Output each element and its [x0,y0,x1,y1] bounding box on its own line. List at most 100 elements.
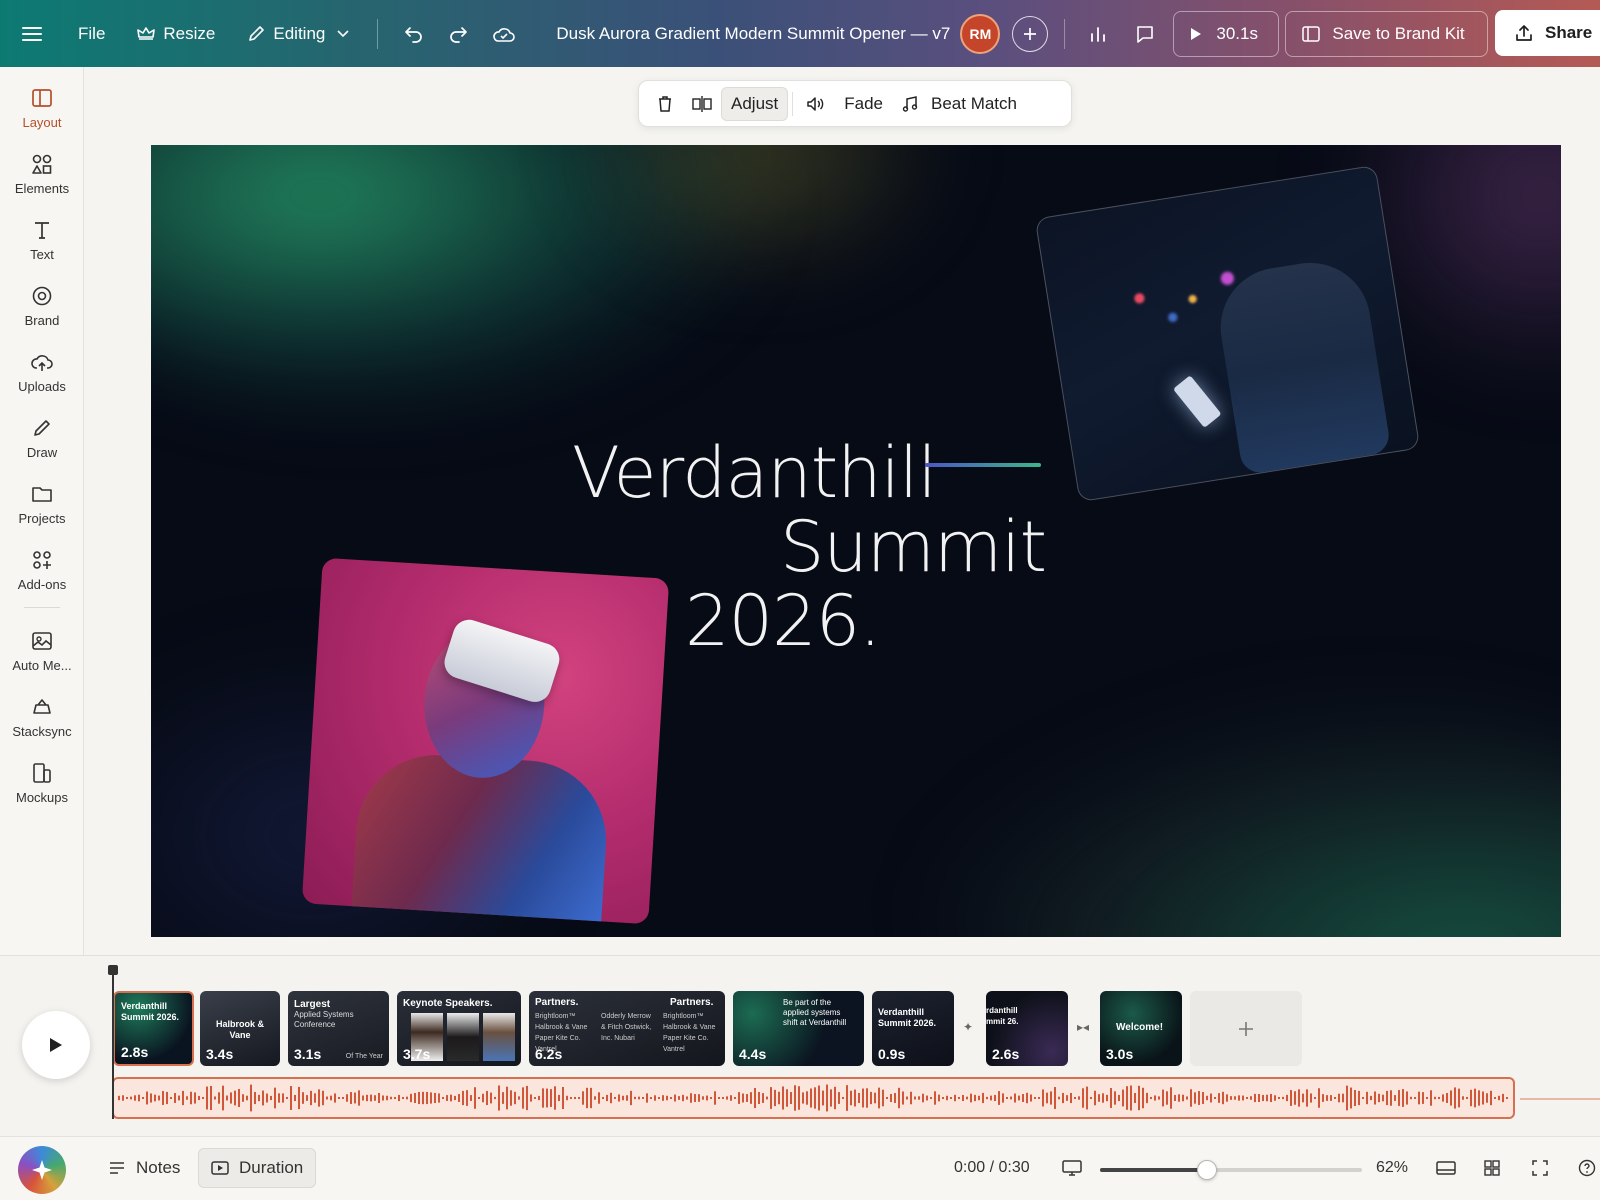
waveform-bar [298,1086,300,1110]
sidebar-item-brand[interactable]: Brand [0,273,84,339]
help-button[interactable] [1578,1159,1596,1177]
delete-button[interactable] [647,87,683,121]
waveform-bar [1226,1094,1228,1102]
timeline-play-button[interactable] [22,1011,90,1079]
timeline-clip-4[interactable]: Keynote Speakers. 3.7s [397,991,521,1066]
waveform-bar [554,1086,556,1110]
waveform-bar [790,1092,792,1104]
zoom-percent[interactable]: 62% [1376,1159,1408,1177]
sidebar-item-label: Elements [14,180,70,196]
waveform-bar [142,1097,144,1099]
file-menu[interactable]: File [68,14,115,54]
add-collaborator-button[interactable] [1012,15,1049,52]
duration-button[interactable]: Duration [198,1148,317,1188]
slide-title[interactable]: Verdanthill Summit 2026. [568,415,1047,661]
sidebar-item-projects[interactable]: Projects [0,471,84,537]
waveform-bar [526,1085,528,1111]
waveform-bar [946,1095,948,1101]
waveform-bar [810,1088,812,1108]
sidebar-item-stacksync[interactable]: Stacksync [0,684,84,750]
layout-icon [32,88,52,107]
page-view-button[interactable] [1436,1159,1456,1177]
waveform-bar [1326,1095,1328,1101]
transition-swap-icon[interactable]: ▸◂ [1077,1020,1089,1034]
sidebar-item-elements[interactable]: Elements [0,141,84,207]
waveform-bar [510,1090,512,1106]
waveform-bar [1098,1094,1100,1102]
timeline-clip-5[interactable]: Partners. Partners. Brightloom™ Halbrook… [529,991,725,1066]
waveform-bar [902,1091,904,1105]
save-to-brand-kit-button[interactable]: Save to Brand Kit [1285,10,1489,57]
audio-track[interactable] [112,1077,1515,1119]
insights-button[interactable] [1079,14,1117,54]
sidebar-item-text[interactable]: Text [0,207,84,273]
add-clip-button[interactable] [1190,991,1302,1066]
waveform-bar [974,1094,976,1102]
timeline-clip-1[interactable]: Verdanthill Summit 2026. 2.8s [113,991,194,1066]
play-button[interactable]: 30.1s [1173,10,1280,57]
notes-button[interactable]: Notes [96,1148,192,1188]
waveform-bar [314,1093,316,1103]
cloud-check-icon [493,27,516,42]
editing-mode-dropdown[interactable]: Editing [237,14,359,54]
playhead[interactable] [112,967,114,1119]
split-button[interactable] [683,87,721,121]
waveform-bar [1434,1096,1436,1100]
waveform-bar [1310,1093,1312,1103]
sidebar-item-draw[interactable]: Draw [0,405,84,471]
cloud-sync-button[interactable] [482,14,526,54]
avatar[interactable]: RM [960,13,1001,54]
waveform-bar [242,1094,244,1102]
waveform-bar [1490,1090,1492,1106]
redo-button[interactable] [438,14,478,54]
undo-button[interactable] [394,14,434,54]
grid-view-button[interactable] [1483,1159,1501,1177]
sidebar-item-label: Brand [24,312,60,328]
waveform-bar [562,1086,564,1110]
playhead-handle[interactable] [108,965,118,975]
sidebar-item-mockups[interactable]: Mockups [0,750,84,816]
timeline-clip-9[interactable]: Welcome! 3.0s [1100,991,1182,1066]
timeline-clip-3[interactable]: Largest Applied Systems Conference Of Th… [288,991,389,1066]
volume-button[interactable] [797,87,835,121]
waveform-bar [362,1095,364,1101]
beat-match-icon [902,95,918,112]
document-title[interactable]: Dusk Aurora Gradient Modern Summit Opene… [546,14,960,54]
waveform-bar [1378,1093,1380,1103]
waveform-bar [1142,1087,1144,1109]
menu-button[interactable] [12,14,52,54]
timeline-clip-7[interactable]: Verdanthill Summit 2026. 0.9s [872,991,954,1066]
waveform-bar [382,1095,384,1101]
waveform-bar [1134,1093,1136,1103]
waveform-bar [1214,1097,1216,1099]
waveform-bar [402,1097,404,1099]
split-clip-icon [692,95,712,112]
resize-button[interactable]: Resize [127,14,225,54]
share-button[interactable]: Share [1495,10,1600,56]
fade-button[interactable]: Fade [835,87,892,121]
waveform-bar [202,1097,204,1099]
fullscreen-button[interactable] [1531,1159,1549,1177]
zoom-slider[interactable] [1100,1160,1362,1180]
timeline-clip-2[interactable]: Halbrook & Vane 3.4s [200,991,280,1066]
photo-night-laptop[interactable] [1034,164,1421,503]
beat-match-button[interactable]: Beat Match [892,87,1026,121]
adjust-button[interactable]: Adjust [721,86,789,121]
comments-button[interactable] [1125,14,1165,54]
waveform-bar [1046,1092,1048,1104]
sidebar-item-auto-media[interactable]: Auto Me... [0,618,84,684]
sidebar-item-addons[interactable]: Add-ons [0,537,84,603]
sidebar-item-layout[interactable]: Layout [0,75,84,141]
waveform-bar [650,1097,652,1099]
timeline-clip-8[interactable]: rdanthill mmit 26. 2.6s [986,991,1068,1066]
waveform-bar [638,1096,640,1100]
sidebar-item-uploads[interactable]: Uploads [0,339,84,405]
waveform-bar [1322,1094,1324,1102]
waveform-bar [146,1091,148,1105]
waveform-bar [1190,1089,1192,1107]
timeline-clip-6[interactable]: Be part of the applied systems shift at … [733,991,864,1066]
ai-assistant-button[interactable] [18,1146,66,1194]
elements-icon [32,154,52,174]
transition-sparkle-icon[interactable]: ✦ [963,1020,973,1034]
desktop-view-button[interactable] [1062,1159,1082,1177]
